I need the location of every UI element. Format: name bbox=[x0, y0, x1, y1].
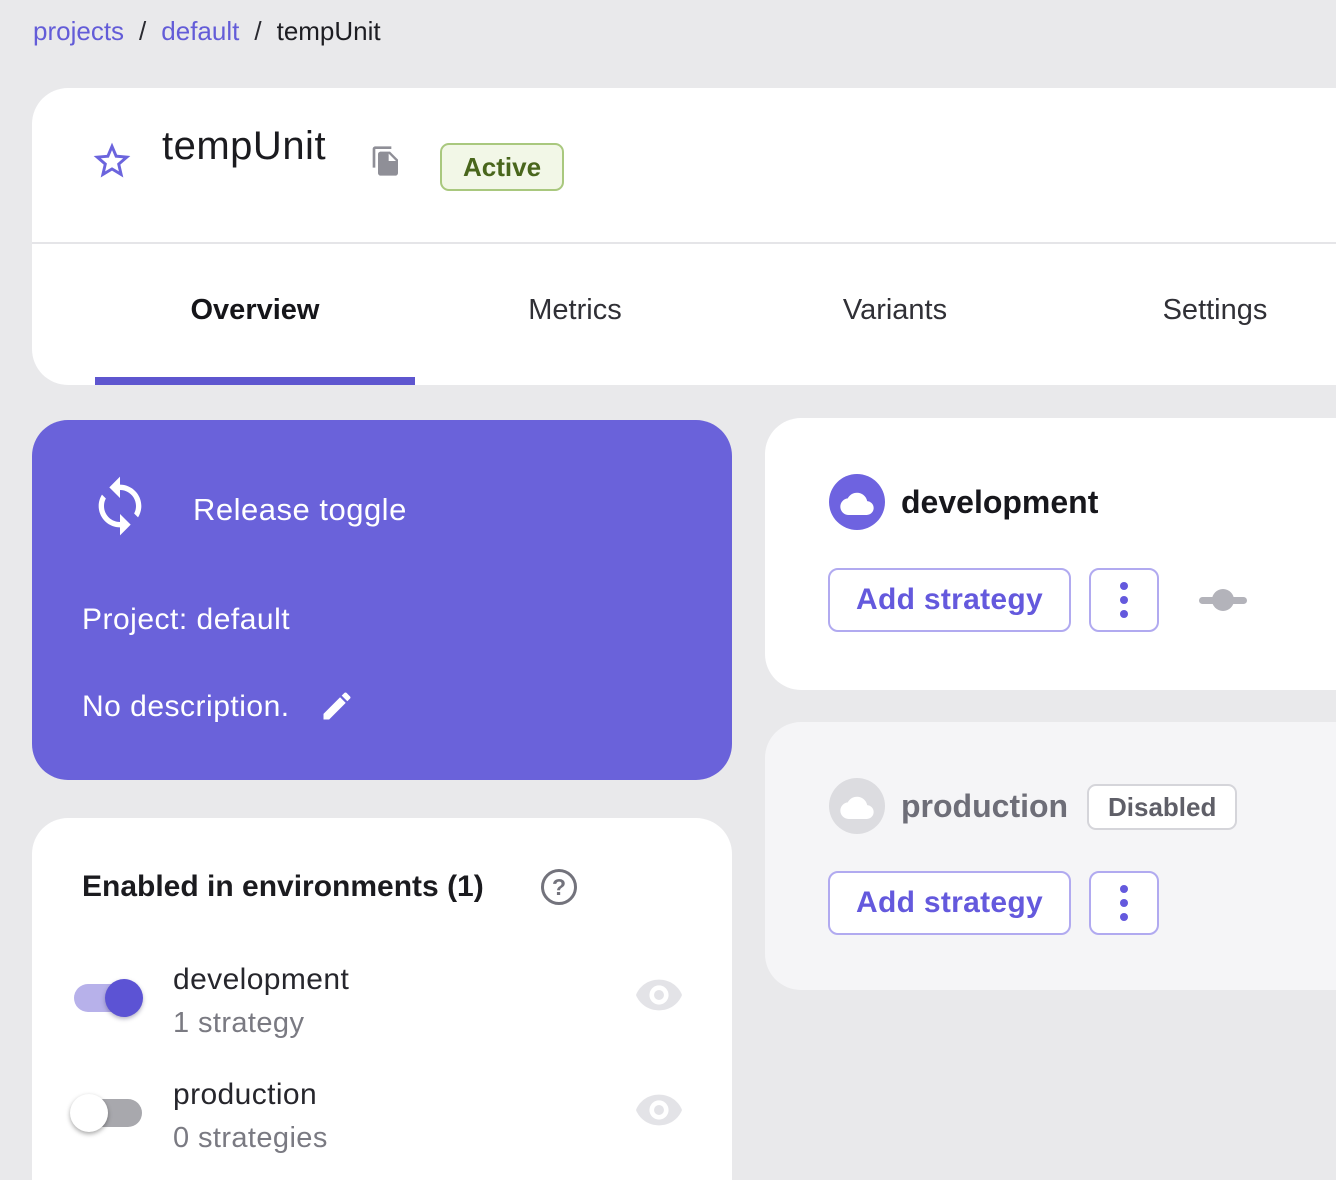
tab-settings[interactable]: Settings bbox=[1055, 244, 1336, 377]
tab-overview[interactable]: Overview bbox=[95, 244, 415, 377]
toggle-description: No description. bbox=[82, 690, 290, 724]
cloud-icon bbox=[829, 474, 885, 530]
more-options-button-production[interactable] bbox=[1089, 871, 1159, 935]
more-options-button-development[interactable] bbox=[1089, 568, 1159, 632]
help-icon[interactable]: ? bbox=[541, 869, 577, 905]
breadcrumb-current: tempUnit bbox=[277, 16, 381, 47]
toggle-thumb bbox=[70, 1094, 108, 1132]
add-strategy-button-development[interactable]: Add strategy bbox=[828, 568, 1071, 632]
environment-toggle-development[interactable] bbox=[74, 978, 174, 1022]
toggle-thumb bbox=[105, 979, 143, 1017]
environment-row-strategies: 0 strategies bbox=[173, 1122, 328, 1155]
pencil-icon bbox=[319, 712, 355, 727]
environment-name: development bbox=[901, 484, 1098, 521]
breadcrumb-separator: / bbox=[139, 16, 146, 47]
feature-header-card: tempUnit Active Overview Metrics Variant… bbox=[32, 88, 1336, 385]
add-strategy-button-production[interactable]: Add strategy bbox=[828, 871, 1071, 935]
release-toggle-icon bbox=[88, 474, 152, 538]
active-tab-indicator bbox=[95, 377, 415, 385]
toggle-type-card: Release toggle Project: default No descr… bbox=[32, 420, 732, 780]
kebab-icon bbox=[1120, 582, 1128, 618]
environment-toggle-production[interactable] bbox=[74, 1093, 174, 1137]
environment-name: production bbox=[901, 788, 1068, 825]
copy-icon bbox=[370, 165, 402, 180]
disabled-badge: Disabled bbox=[1087, 784, 1237, 830]
toggle-type-label: Release toggle bbox=[193, 492, 407, 528]
tab-variants[interactable]: Variants bbox=[735, 244, 1055, 377]
environment-card-development: development Add strategy bbox=[765, 418, 1336, 690]
visibility-icon[interactable] bbox=[634, 978, 684, 1014]
copy-name-button[interactable] bbox=[368, 144, 404, 180]
edit-description-button[interactable] bbox=[318, 688, 356, 726]
favorite-button[interactable] bbox=[88, 138, 136, 186]
strategy-separator-icon bbox=[1199, 589, 1247, 611]
tab-bar: Overview Metrics Variants Settings bbox=[95, 244, 1336, 377]
environment-row-label: development bbox=[173, 963, 349, 997]
environment-row-strategies: 1 strategy bbox=[173, 1007, 304, 1040]
breadcrumb-default-link[interactable]: default bbox=[161, 16, 239, 47]
breadcrumb-separator: / bbox=[254, 16, 261, 47]
enabled-environments-panel: Enabled in environments (1) ? developmen… bbox=[32, 818, 732, 1180]
environment-row-label: production bbox=[173, 1078, 317, 1112]
star-icon bbox=[90, 171, 134, 186]
kebab-icon bbox=[1120, 885, 1128, 921]
feature-toggle-page: projects / default / tempUnit tempUnit A… bbox=[0, 0, 1336, 1180]
page-title: tempUnit bbox=[162, 124, 326, 169]
visibility-icon[interactable] bbox=[634, 1093, 684, 1129]
cloud-icon bbox=[829, 778, 885, 834]
environment-card-production: production Disabled Add strategy bbox=[765, 722, 1336, 990]
breadcrumb: projects / default / tempUnit bbox=[33, 16, 381, 47]
breadcrumb-projects-link[interactable]: projects bbox=[33, 16, 124, 47]
tab-metrics[interactable]: Metrics bbox=[415, 244, 735, 377]
toggle-project-label: Project: default bbox=[82, 603, 290, 637]
enabled-environments-title: Enabled in environments (1) bbox=[82, 870, 484, 904]
status-badge: Active bbox=[440, 143, 564, 191]
